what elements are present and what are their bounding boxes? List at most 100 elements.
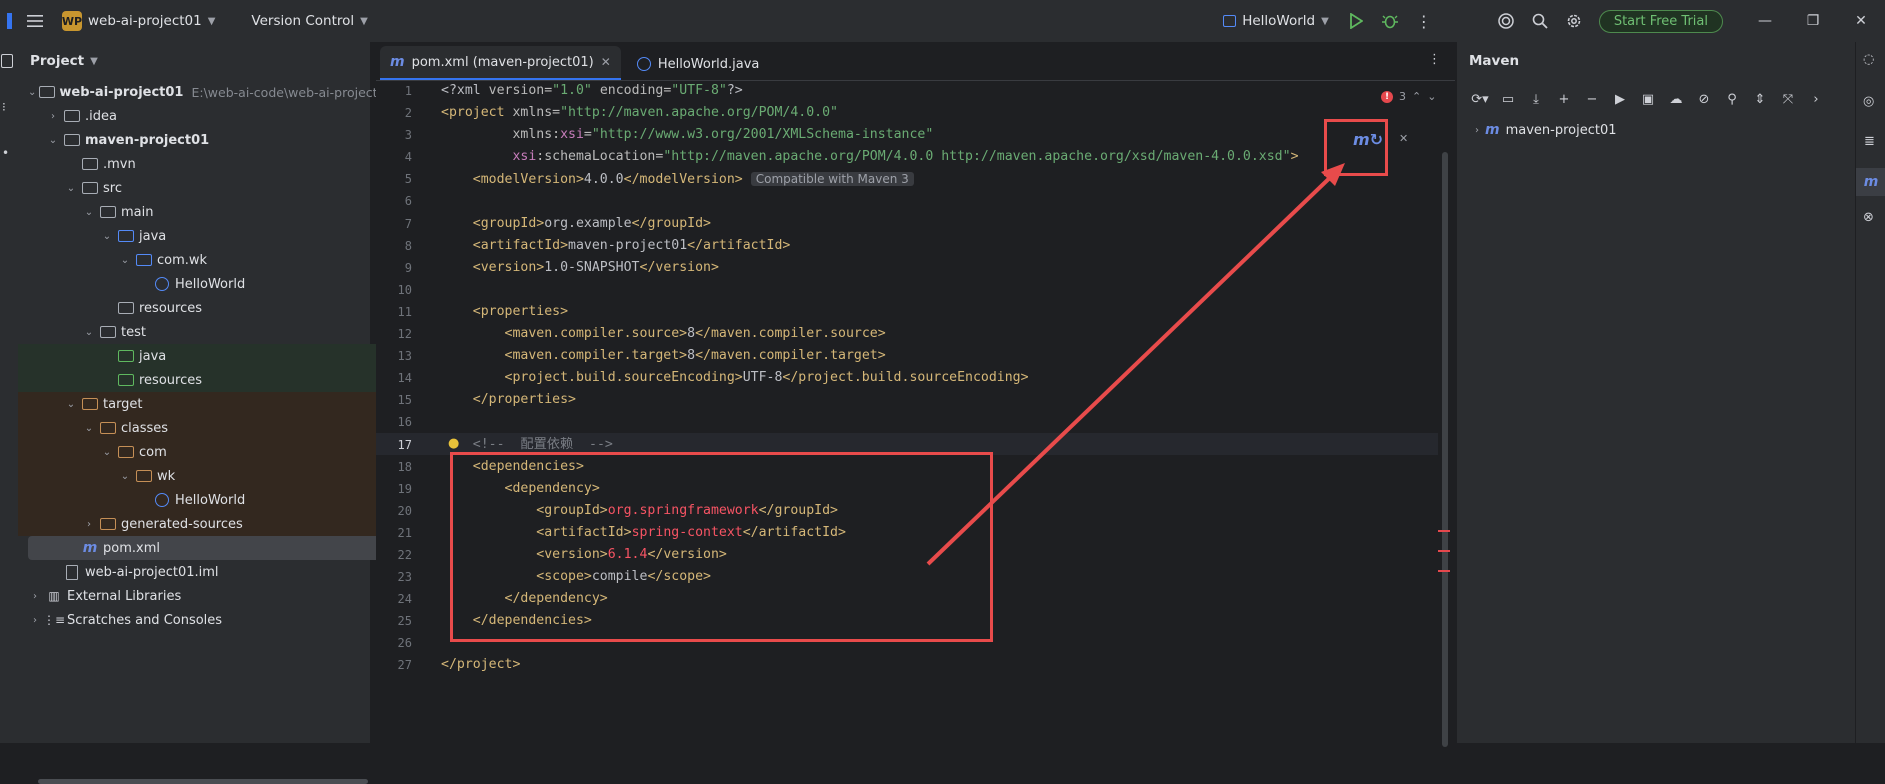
plus-icon[interactable]: + — [1551, 92, 1577, 107]
line-number: 23 — [397, 570, 412, 585]
code-token: xmlns: — [441, 127, 561, 143]
close-icon[interactable]: ✕ — [1399, 132, 1408, 145]
run-button[interactable] — [1339, 4, 1373, 38]
tree-item[interactable]: .mvn — [18, 152, 416, 176]
chevron-down-icon[interactable]: ⌄ — [118, 471, 132, 482]
run-icon[interactable]: ▶ — [1607, 92, 1633, 107]
minus-icon[interactable]: − — [1579, 92, 1605, 107]
chevron-right-icon[interactable]: › — [1475, 125, 1479, 136]
tree-item[interactable]: ⌄ target — [18, 392, 416, 416]
code-token: <properties> — [441, 303, 569, 319]
right-tool-strip: ◌ ◎ ≣ m ⊗ — [1855, 42, 1885, 743]
line-number: 16 — [397, 415, 412, 430]
chevron-down-icon[interactable]: ⌄ — [64, 399, 78, 410]
inlay-hint: Compatible with Maven 3 — [750, 172, 914, 187]
code-token: xmlns= — [512, 105, 561, 121]
tab-helloworld-java[interactable]: HelloWorld.java — [627, 48, 770, 80]
tree-item[interactable]: ⌄ classes — [18, 416, 434, 440]
download-icon[interactable]: ⤓ — [1523, 92, 1549, 107]
tree-item[interactable]: › generated-sources — [18, 512, 434, 536]
chevron-down-icon[interactable]: ⌄ — [100, 231, 114, 242]
restore-button[interactable]: ❐ — [1789, 0, 1837, 42]
tree-item[interactable]: ⌄ web-ai-project01 E:\web-ai-code\web-ai-p… — [18, 80, 393, 104]
tab-options-icon[interactable]: ⋮ — [1428, 52, 1441, 67]
chevron-down-icon[interactable]: ⌄ — [118, 255, 132, 266]
gear-icon[interactable] — [1557, 4, 1591, 38]
start-free-trial-button[interactable]: Start Free Trial — [1598, 9, 1723, 33]
chevron-down-icon[interactable]: ⌄ — [46, 135, 60, 146]
execute-goal-icon[interactable]: ▣ — [1635, 92, 1661, 107]
chevron-right-icon[interactable]: › — [28, 591, 42, 602]
ai-chat-icon[interactable]: ◎ — [1863, 94, 1874, 109]
show-dependencies-icon[interactable]: ⚲ — [1719, 92, 1745, 107]
add-folder-icon[interactable]: ▭ — [1495, 92, 1521, 107]
chevron-down-icon[interactable]: ⌄ — [64, 183, 78, 194]
project-badge: WP — [62, 11, 82, 31]
tree-item[interactable]: web-ai-project01.iml — [18, 560, 398, 584]
collapse-all-icon[interactable]: ⤧ — [1775, 92, 1801, 107]
vertical-scrollbar[interactable] — [1442, 152, 1448, 747]
lightbulb-icon[interactable]: ● — [448, 436, 459, 451]
tree-item-label: Scratches and Consoles — [67, 612, 223, 628]
tree-item[interactable]: ⌄ test — [18, 320, 434, 344]
project-tool-icon[interactable] — [1, 54, 13, 68]
line-number-gutter: 1 2 3 4 5 6 7 8 9 10 11 12 13 14 15 16 17 18 19 20 21 22 23 24 2… — [376, 80, 438, 743]
ai-assistant-icon[interactable] — [1489, 4, 1523, 38]
tree-item[interactable]: › .idea — [18, 104, 398, 128]
expand-all-icon[interactable]: ⇕ — [1747, 92, 1773, 107]
inspection-widget[interactable]: ! 3 ⌃ ⌄ — [1381, 90, 1436, 103]
skip-tests-icon[interactable]: ⊘ — [1691, 92, 1717, 107]
version-control-menu[interactable]: Version Control ▼ — [241, 0, 377, 42]
previous-problem-icon[interactable]: ⌃ — [1412, 90, 1421, 103]
more-icon[interactable]: › — [1803, 92, 1829, 107]
search-icon[interactable] — [1523, 4, 1557, 38]
more-actions-icon[interactable]: ⋮ — [1407, 4, 1441, 38]
tree-item[interactable]: m pom.xml — [28, 536, 394, 560]
chevron-right-icon[interactable]: › — [28, 615, 42, 626]
run-configuration-selector[interactable]: HelloWorld ▼ — [1213, 0, 1339, 42]
chevron-down-icon[interactable]: ⌄ — [100, 447, 114, 458]
project-panel-header[interactable]: Project ▼ — [18, 42, 370, 80]
maven-tool-icon[interactable]: m — [1856, 168, 1885, 196]
chevron-down-icon[interactable]: ⌄ — [82, 327, 96, 338]
tree-item[interactable]: ⌄ main — [18, 200, 434, 224]
commit-tool-icon[interactable]: • — [2, 146, 9, 160]
next-problem-icon[interactable]: ⌄ — [1427, 90, 1436, 103]
code-token: <?xml — [441, 83, 489, 98]
main-menu-icon[interactable] — [18, 4, 52, 38]
chevron-down-icon[interactable]: ⌄ — [82, 207, 96, 218]
debug-button[interactable] — [1373, 4, 1407, 38]
project-switcher[interactable]: WP web-ai-project01 ▼ — [52, 0, 225, 42]
code-line: <modelVersion>4.0.0</modelVersion> Compat… — [441, 168, 1441, 190]
structure-tool-icon[interactable]: ⁝ — [2, 100, 6, 114]
offline-icon[interactable]: ☁ — [1663, 92, 1689, 107]
tree-item-label: HelloWorld — [175, 276, 246, 292]
minimize-button[interactable]: — — [1741, 0, 1789, 42]
maven-project-node[interactable]: › m maven-project01 — [1457, 118, 1856, 142]
close-window-button[interactable]: ✕ — [1837, 0, 1885, 42]
chevron-right-icon[interactable]: › — [46, 111, 60, 122]
tab-pom-xml[interactable]: m pom.xml (maven-project01) ✕ — [380, 46, 621, 80]
chevron-down-icon[interactable]: ⌄ — [28, 87, 36, 98]
java-class-icon — [636, 57, 651, 71]
chevron-down-icon[interactable]: ⌄ — [82, 423, 96, 434]
chevron-right-icon[interactable]: › — [82, 519, 96, 530]
tree-item[interactable]: › ⋮≡ Scratches and Consoles — [18, 608, 380, 632]
notifications-icon[interactable]: ◌ — [1863, 52, 1874, 67]
horizontal-scrollbar[interactable] — [38, 779, 368, 784]
tree-item[interactable]: ⌄ maven-project01 — [18, 128, 398, 152]
code-token: xsi — [441, 149, 537, 165]
database-icon[interactable]: ≣ — [1864, 134, 1875, 149]
reload-icon[interactable]: ⟳▾ — [1467, 92, 1493, 107]
tree-item[interactable]: ⌄ src — [18, 176, 416, 200]
line-number: 9 — [404, 260, 412, 275]
tree-item-label: generated-sources — [121, 516, 243, 532]
tree-item[interactable]: › ▥ External Libraries — [18, 584, 380, 608]
code-editor[interactable]: <?xml version="1.0" encoding="UTF-8"?> <p… — [441, 80, 1441, 743]
line-number: 11 — [397, 304, 412, 319]
code-token: <groupId> — [441, 215, 545, 231]
copilot-icon[interactable]: ⊗ — [1863, 210, 1874, 225]
close-icon[interactable]: ✕ — [601, 55, 611, 69]
code-token: "1.0" — [552, 83, 592, 98]
